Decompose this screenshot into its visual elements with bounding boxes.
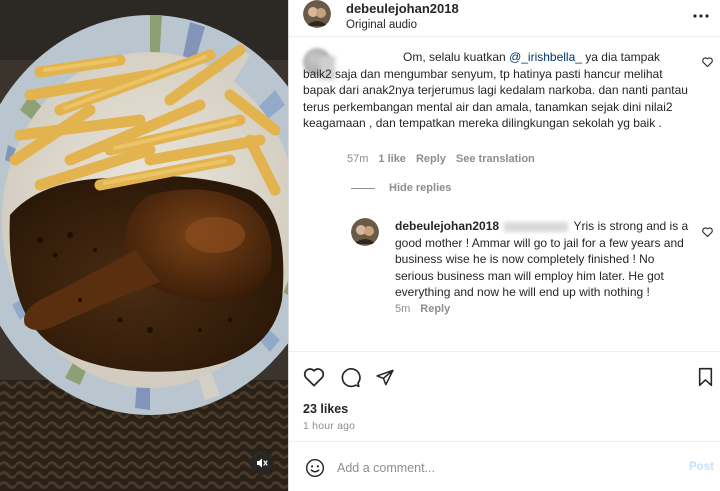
- bookmark-icon: [698, 367, 712, 387]
- author-avatar[interactable]: [303, 0, 331, 28]
- mute-button[interactable]: [250, 451, 274, 475]
- comment-divider: [289, 441, 720, 442]
- more-options-button[interactable]: [691, 6, 711, 26]
- food-photo: [0, 0, 288, 491]
- emoji-button[interactable]: [303, 456, 327, 480]
- comment-button[interactable]: [338, 365, 362, 389]
- like-reply-button[interactable]: [702, 224, 713, 242]
- hide-replies-label: Hide replies: [389, 182, 452, 194]
- comment-reply-button[interactable]: Reply: [416, 153, 446, 165]
- see-translation-button[interactable]: See translation: [456, 153, 535, 165]
- header-divider: [289, 36, 720, 37]
- comment-icon: [341, 367, 361, 387]
- emoji-icon: [305, 458, 325, 478]
- reply-username[interactable]: debeulejohan2018: [395, 219, 499, 233]
- post-comment-button[interactable]: Post: [689, 461, 714, 473]
- actions-divider: [289, 351, 720, 352]
- audio-label[interactable]: Original audio: [346, 19, 417, 31]
- blurred-mention: [504, 221, 569, 232]
- reply-text: debeulejohan2018 Yris is strong and is a…: [395, 218, 691, 301]
- reply-time[interactable]: 5m: [395, 303, 410, 315]
- likes-count[interactable]: 23 likes: [303, 402, 348, 416]
- author-username[interactable]: debeulejohan2018: [346, 1, 459, 16]
- like-comment-button[interactable]: [702, 54, 713, 72]
- like-post-button[interactable]: [302, 365, 326, 389]
- speaker-muted-icon: [257, 458, 268, 468]
- post-details-panel: debeulejohan2018 Original audio Om, sela…: [288, 0, 720, 491]
- hide-replies-button[interactable]: Hide replies: [351, 182, 451, 194]
- comment-likes[interactable]: 1 like: [378, 153, 406, 165]
- reply-author-avatar[interactable]: [351, 218, 379, 246]
- mention-link[interactable]: @_irishbella_: [509, 50, 582, 64]
- post-time[interactable]: 1 hour ago: [303, 420, 355, 432]
- post-header: debeulejohan2018 Original audio: [289, 0, 720, 36]
- heart-icon: [303, 368, 325, 387]
- comment-text: Om, selalu kuatkan @_irishbella_ ya dia …: [303, 50, 688, 131]
- reply-meta: 5m Reply: [395, 303, 450, 315]
- share-button[interactable]: [373, 365, 397, 389]
- add-comment-input[interactable]: [337, 458, 667, 478]
- save-button[interactable]: [693, 365, 717, 389]
- reply-reply-button[interactable]: Reply: [420, 303, 450, 315]
- heart-outline-icon: [702, 57, 713, 68]
- comment-time[interactable]: 57m: [347, 153, 368, 165]
- share-icon: [376, 369, 394, 385]
- post-media[interactable]: [0, 0, 288, 491]
- hide-replies-line: [351, 187, 375, 189]
- heart-outline-icon: [702, 227, 713, 238]
- more-horizontal-icon: [693, 14, 709, 18]
- comment-meta: 57m 1 like Reply See translation: [347, 153, 535, 165]
